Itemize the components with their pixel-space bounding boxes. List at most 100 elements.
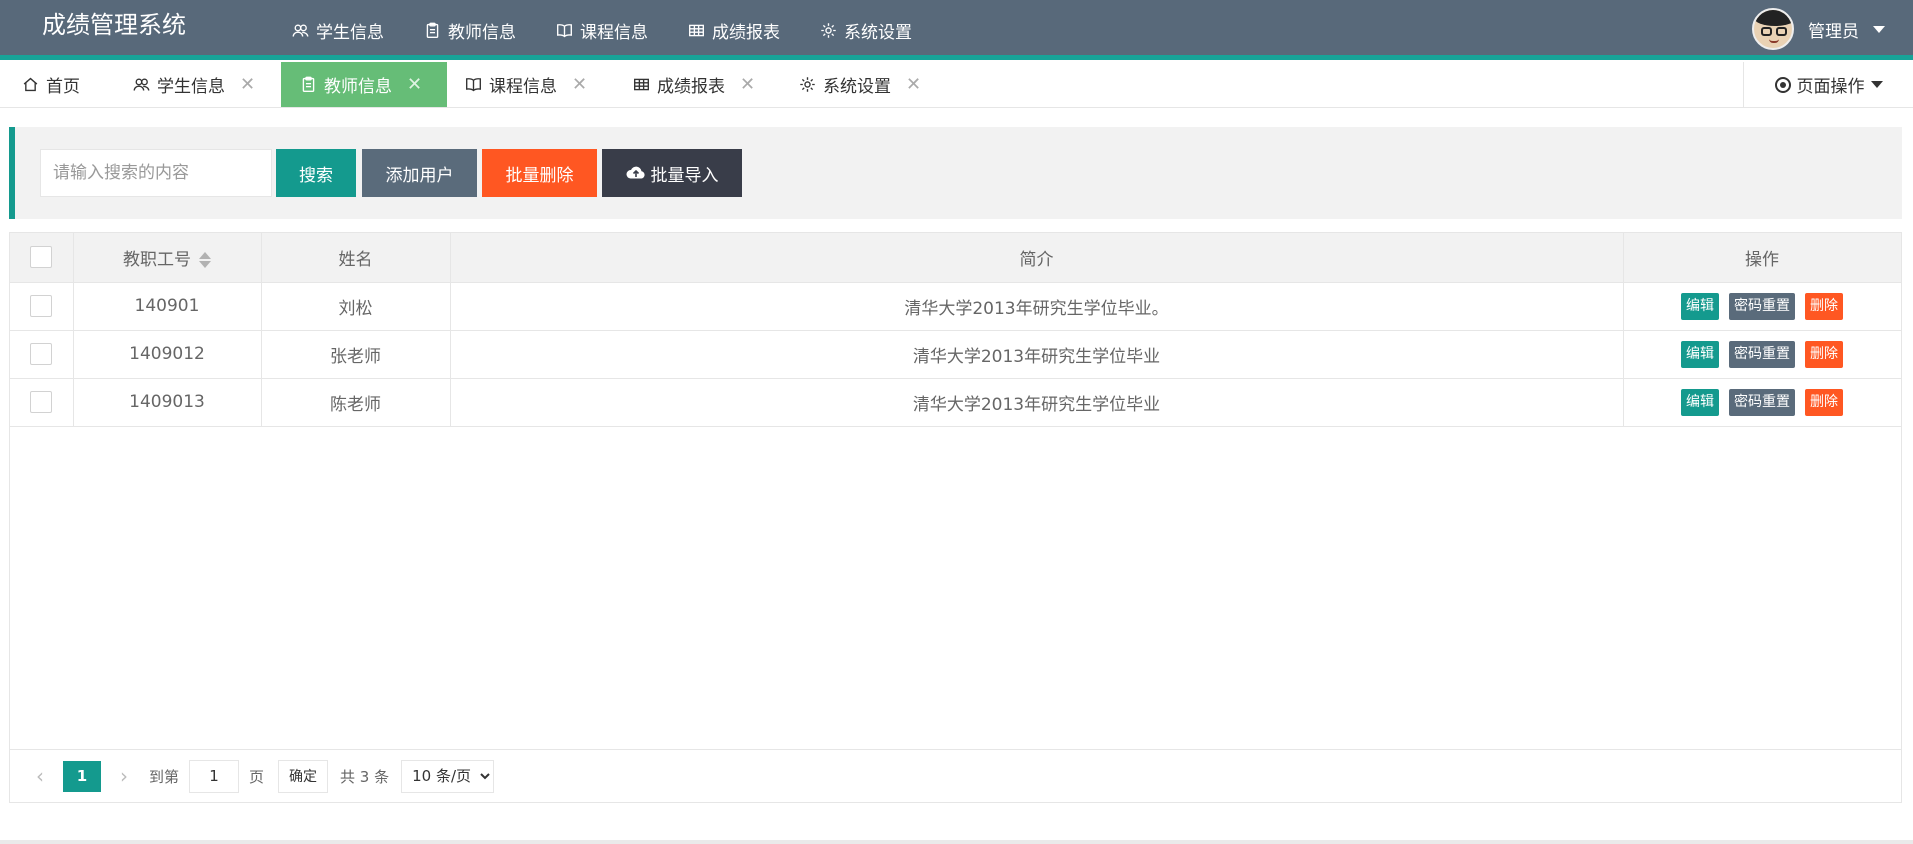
- cell-intro: 清华大学2013年研究生学位毕业: [450, 330, 1624, 379]
- chevron-left-icon[interactable]: ‹: [25, 764, 55, 788]
- tab-label: 系统设置: [823, 77, 891, 97]
- page-size-select[interactable]: 10 条/页: [401, 759, 495, 793]
- table-row: 1409013 陈老师 清华大学2013年研究生学位毕业 编辑 密码重置 删除: [10, 378, 1902, 427]
- close-icon[interactable]: ✕: [407, 74, 422, 95]
- page-operations-button[interactable]: 页面操作: [1743, 62, 1913, 107]
- row-checkbox[interactable]: [30, 391, 53, 413]
- table-row: 1409012 张老师 清华大学2013年研究生学位毕业 编辑 密码重置 删除: [10, 330, 1902, 379]
- tab-courses[interactable]: 课程信息 ✕: [465, 62, 587, 107]
- edit-button[interactable]: 编辑: [1681, 388, 1719, 416]
- cell-actions: 编辑 密码重置 删除: [1623, 378, 1902, 427]
- close-icon[interactable]: ✕: [906, 74, 921, 95]
- sort-icon[interactable]: [199, 251, 211, 268]
- chevron-down-icon: [1870, 81, 1883, 88]
- column-header-intro: 简介: [450, 233, 1624, 283]
- topnav-label: 课程信息: [580, 22, 648, 43]
- reset-password-button[interactable]: 密码重置: [1729, 340, 1795, 368]
- cell-intro: 清华大学2013年研究生学位毕业: [450, 378, 1624, 427]
- page-unit-label: 页: [249, 767, 265, 786]
- total-count: 共 3 条: [340, 767, 390, 786]
- goto-confirm-button[interactable]: 确定: [278, 759, 329, 793]
- search-button[interactable]: 搜索: [276, 149, 356, 197]
- edit-button[interactable]: 编辑: [1681, 292, 1719, 320]
- tab-label: 课程信息: [489, 77, 557, 97]
- book-icon: [466, 78, 481, 92]
- target-icon: [1774, 76, 1791, 93]
- tab-settings[interactable]: 系统设置 ✕: [799, 62, 921, 107]
- delete-button[interactable]: 删除: [1805, 340, 1843, 368]
- tab-home[interactable]: 首页: [22, 62, 80, 107]
- topnav-item-reports[interactable]: 成绩报表: [668, 0, 800, 60]
- reset-password-button[interactable]: 密码重置: [1729, 292, 1795, 320]
- row-checkbox[interactable]: [30, 343, 53, 365]
- column-header-label: 教职工号: [123, 249, 191, 270]
- avatar[interactable]: [1752, 8, 1794, 50]
- reset-password-button[interactable]: 密码重置: [1729, 388, 1795, 416]
- delete-button[interactable]: 删除: [1805, 292, 1843, 320]
- select-all-checkbox[interactable]: [30, 246, 53, 269]
- cell-id: 1409012: [73, 330, 262, 379]
- page-number-current[interactable]: 1: [63, 760, 101, 792]
- topnav-label: 系统设置: [844, 22, 912, 43]
- column-header-actions: 操作: [1623, 233, 1902, 283]
- select-all-cell: [10, 233, 74, 283]
- edit-button[interactable]: 编辑: [1681, 340, 1719, 368]
- app-title: 成绩管理系统: [42, 11, 186, 39]
- pagination: ‹ 1 › 到第 页 确定 共 3 条 10 条/页: [10, 749, 1901, 802]
- chevron-down-icon: [1873, 25, 1885, 33]
- batch-delete-button[interactable]: 批量删除: [482, 149, 597, 197]
- tab-strip: 首页 学生信息 ✕ 教师信息 ✕ 课程信息 ✕ 成绩报表 ✕ 系统设置 ✕ 页面…: [0, 62, 1913, 108]
- add-user-button[interactable]: 添加用户: [362, 149, 477, 197]
- cell-name: 陈老师: [261, 378, 451, 427]
- column-header-id[interactable]: 教职工号: [73, 233, 262, 283]
- topnav-label: 成绩报表: [712, 22, 780, 43]
- goto-label: 到第: [149, 767, 180, 786]
- tab-students[interactable]: 学生信息 ✕: [133, 62, 255, 107]
- page-operations-label: 页面操作: [1796, 77, 1865, 97]
- cloud-upload-icon: [625, 166, 645, 179]
- search-toolbar: 搜索 添加用户 批量删除 批量导入: [9, 127, 1902, 219]
- table-icon: [634, 78, 649, 91]
- topnav-label: 教师信息: [448, 22, 516, 43]
- tab-reports[interactable]: 成绩报表 ✕: [633, 62, 755, 107]
- batch-import-label: 批量导入: [650, 165, 719, 186]
- batch-import-button[interactable]: 批量导入: [602, 149, 742, 197]
- user-name: 管理员: [1808, 21, 1859, 42]
- bottom-scrollbar[interactable]: [0, 840, 1913, 844]
- table-icon: [689, 24, 704, 36]
- gear-icon: [821, 22, 836, 38]
- cell-name: 张老师: [261, 330, 451, 379]
- book-icon: [557, 23, 572, 37]
- tab-label: 首页: [46, 77, 80, 97]
- user-menu[interactable]: 管理员: [1752, 8, 1885, 50]
- top-nav: 学生信息 教师信息 课程信息 成绩报表 系统设置: [272, 0, 932, 60]
- delete-button[interactable]: 删除: [1805, 388, 1843, 416]
- topnav-label: 学生信息: [316, 22, 384, 43]
- tab-teachers[interactable]: 教师信息 ✕: [281, 62, 447, 107]
- topnav-item-courses[interactable]: 课程信息: [536, 0, 668, 60]
- table-header-row: 教职工号 姓名 简介 操作: [10, 233, 1902, 283]
- topnav-item-students[interactable]: 学生信息: [272, 0, 404, 60]
- cell-name: 刘松: [261, 282, 451, 331]
- search-input[interactable]: [40, 149, 272, 197]
- close-icon[interactable]: ✕: [572, 74, 587, 95]
- topnav-item-settings[interactable]: 系统设置: [800, 0, 932, 60]
- table-row: 140901 刘松 清华大学2013年研究生学位毕业。 编辑 密码重置 删除: [10, 282, 1902, 331]
- users-icon: [292, 24, 309, 37]
- top-header: 成绩管理系统 学生信息 教师信息 课程信息 成绩报表 系统设置 管理员: [0, 0, 1913, 60]
- cell-intro: 清华大学2013年研究生学位毕业。: [450, 282, 1624, 331]
- cell-id: 1409013: [73, 378, 262, 427]
- tab-label: 成绩报表: [657, 77, 725, 97]
- home-icon: [23, 77, 38, 92]
- cell-actions: 编辑 密码重置 删除: [1623, 330, 1902, 379]
- close-icon[interactable]: ✕: [240, 74, 255, 95]
- header-accent-line: [0, 55, 1913, 60]
- topnav-item-teachers[interactable]: 教师信息: [404, 0, 536, 60]
- goto-page-input[interactable]: [189, 759, 240, 793]
- chevron-right-icon[interactable]: ›: [109, 764, 139, 788]
- row-checkbox[interactable]: [30, 295, 53, 317]
- gear-icon: [800, 77, 815, 92]
- tab-label: 学生信息: [157, 77, 225, 97]
- close-icon[interactable]: ✕: [740, 74, 755, 95]
- tab-label: 教师信息: [324, 77, 392, 97]
